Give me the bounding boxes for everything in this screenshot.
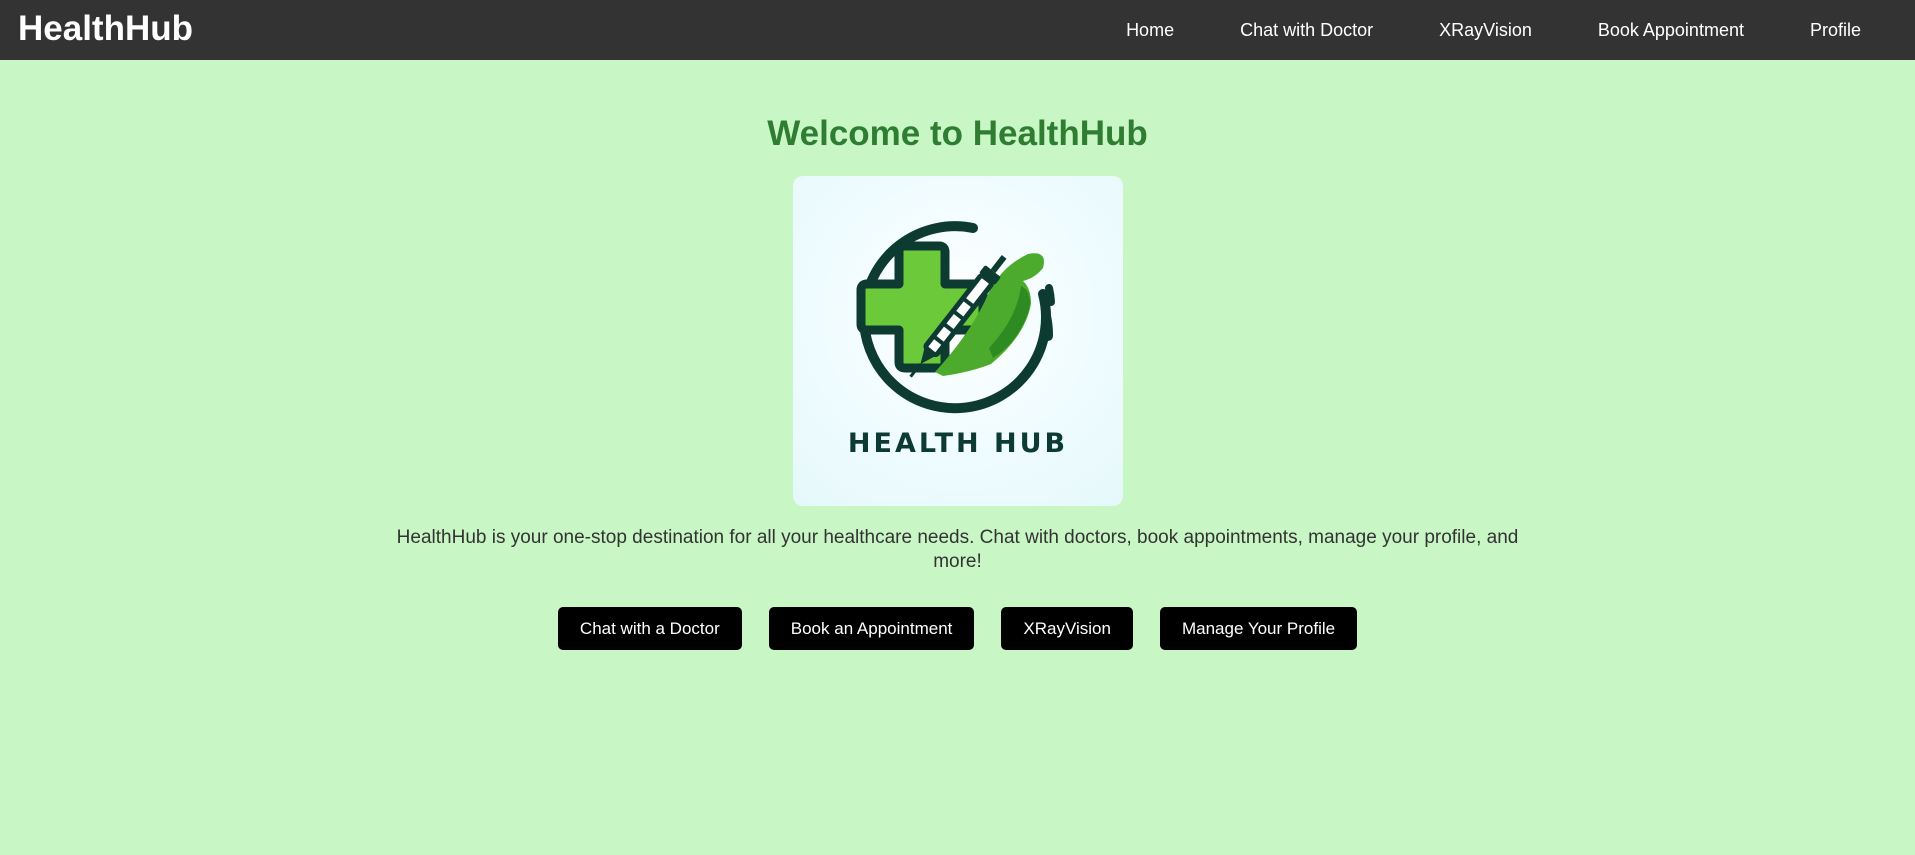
main-content: Welcome to HealthHub HEALTH HUB HealthHu… (0, 60, 1915, 650)
nav-link-profile[interactable]: Profile (1777, 0, 1915, 60)
nav-link-home[interactable]: Home (1093, 0, 1207, 60)
page-title: Welcome to HealthHub (767, 114, 1148, 153)
nav-link-chat-with-doctor[interactable]: Chat with Doctor (1207, 0, 1406, 60)
manage-profile-button[interactable]: Manage Your Profile (1159, 607, 1358, 650)
logo-wordmark: HEALTH HUB (847, 428, 1067, 459)
nav-link-xrayvision[interactable]: XRayVision (1406, 0, 1565, 60)
nav-links: Home Chat with Doctor XRayVision Book Ap… (1093, 0, 1915, 60)
intro-description: HealthHub is your one-stop destination f… (396, 527, 1519, 572)
brand-logo-text[interactable]: HealthHub (18, 8, 193, 50)
xrayvision-button[interactable]: XRayVision (1001, 607, 1133, 650)
medical-cross-with-syringe-icon: HEALTH HUB (847, 221, 1067, 459)
healthhub-logo-image: HEALTH HUB (792, 176, 1123, 506)
navbar: HealthHub Home Chat with Doctor XRayVisi… (0, 0, 1915, 60)
chat-with-doctor-button[interactable]: Chat with a Doctor (557, 607, 742, 650)
book-appointment-button[interactable]: Book an Appointment (768, 607, 975, 650)
action-buttons: Chat with a Doctor Book an Appointment X… (0, 607, 1915, 650)
nav-link-book-appointment[interactable]: Book Appointment (1565, 0, 1777, 60)
